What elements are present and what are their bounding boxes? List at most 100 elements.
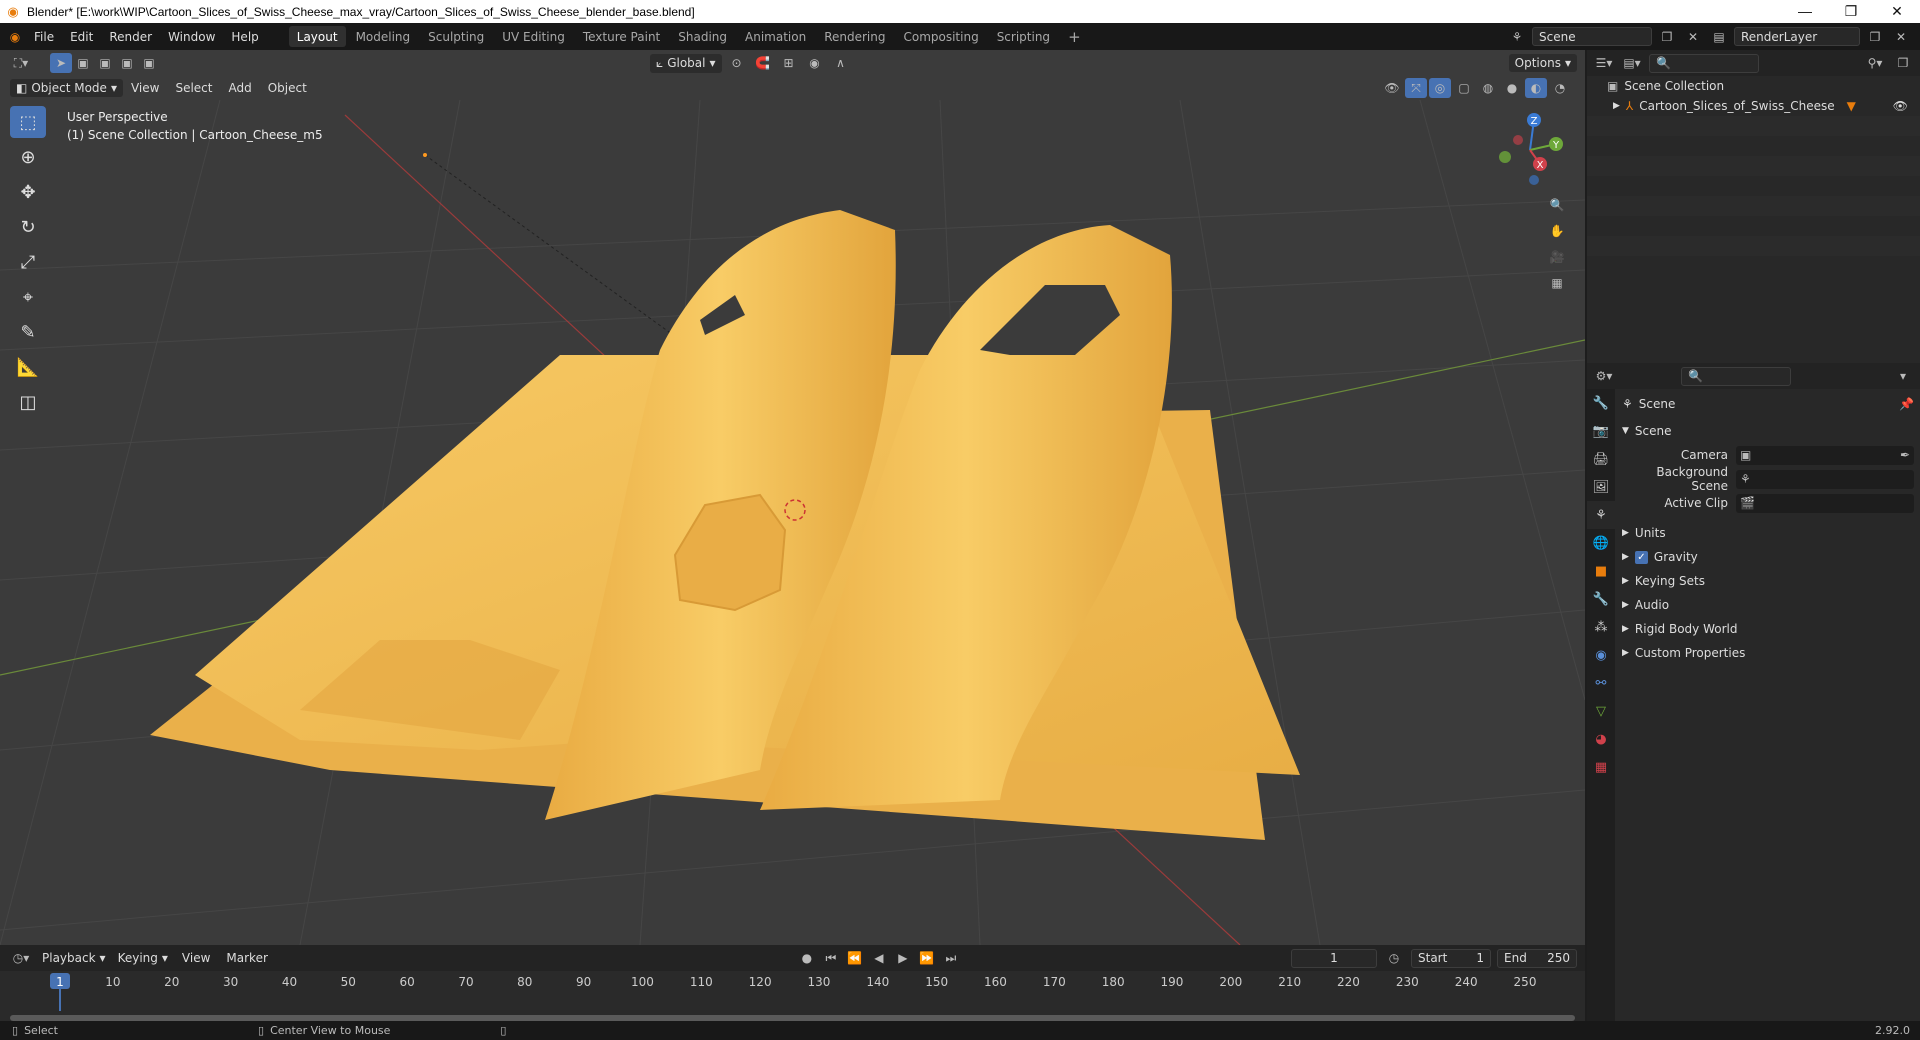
transform-tool-icon[interactable]: ⌖ [10, 281, 46, 313]
tab-animation[interactable]: Animation [737, 26, 814, 47]
tab-shading[interactable]: Shading [670, 26, 735, 47]
tab-layout[interactable]: Layout [288, 26, 346, 47]
background-scene-field[interactable]: ⚘ [1736, 469, 1914, 489]
overlay-toggle-icon[interactable]: ◎ [1429, 78, 1451, 98]
output-tab-icon[interactable]: 🖨 [1587, 445, 1615, 473]
physics-tab-icon[interactable]: ◉ [1587, 641, 1615, 669]
snap-icon[interactable]: 🧲 [752, 53, 774, 73]
playback-menu[interactable]: Playback ▾ [36, 949, 112, 967]
rigid-body-world-panel[interactable]: ▶ Rigid Body World [1618, 617, 1920, 641]
move-tool-icon[interactable]: ✥ [10, 176, 46, 208]
render-tab-icon[interactable]: 📷 [1587, 417, 1615, 445]
3d-viewport[interactable]: ⛶▾ ➤ ▣ ▣ ▣ ▣ ⟀ Global ▾ ⊙ 🧲 ⊞ ◉ ∧ Options ▾… [0, 50, 1585, 945]
transform-orientation-dropdown[interactable]: ⟀ Global ▾ [650, 53, 722, 73]
cursor-tool-icon[interactable]: ⊕ [10, 141, 46, 173]
jump-keyframe-forward-icon[interactable]: ⏩ [916, 948, 938, 968]
display-mode-icon[interactable]: ▤▾ [1621, 53, 1643, 73]
camera-field[interactable]: ▣ ✒ [1736, 445, 1914, 465]
new-collection-icon[interactable]: ❐ [1892, 53, 1914, 73]
maximize-button[interactable]: ❐ [1828, 3, 1874, 20]
menu-window[interactable]: Window [160, 23, 223, 50]
outliner-editor-icon[interactable]: ☰▾ [1593, 53, 1615, 73]
annotate-tool-icon[interactable]: ✎ [10, 316, 46, 348]
add-workspace-button[interactable]: + [1060, 26, 1089, 47]
snap-target-icon[interactable]: ⊞ [778, 53, 800, 73]
constraints-tab-icon[interactable]: ⚯ [1587, 669, 1615, 697]
select-intersect-icon[interactable]: ▣ [138, 53, 160, 73]
outliner-search-input[interactable]: 🔍 [1649, 53, 1759, 73]
falloff-icon[interactable]: ∧ [830, 53, 852, 73]
camera-view-icon[interactable]: 🎥 [1546, 247, 1568, 267]
pivot-point-icon[interactable]: ⊙ [726, 53, 748, 73]
units-panel[interactable]: ▶ Units [1618, 521, 1920, 545]
properties-options-icon[interactable]: ▾ [1892, 366, 1914, 386]
delete-renderlayer-icon[interactable]: ✕ [1890, 27, 1912, 47]
active-clip-field[interactable]: 🎬 [1736, 493, 1914, 513]
world-tab-icon[interactable]: 🌐 [1587, 529, 1615, 557]
menu-help[interactable]: Help [223, 23, 266, 50]
minimize-button[interactable]: — [1782, 3, 1828, 20]
measure-tool-icon[interactable]: 📐 [10, 351, 46, 383]
eyedropper-icon[interactable]: ✒ [1900, 448, 1910, 462]
timeline-view-menu[interactable]: View [174, 945, 218, 971]
blender-menu-icon[interactable]: ◉ [4, 27, 26, 47]
current-frame-field[interactable]: 1 [1291, 948, 1377, 968]
delete-scene-icon[interactable]: ✕ [1682, 27, 1704, 47]
tab-texture-paint[interactable]: Texture Paint [575, 26, 668, 47]
modifier-tab-icon[interactable]: 🔧 [1587, 585, 1615, 613]
outliner-item[interactable]: ▶ ⅄ Cartoon_Slices_of_Swiss_Cheese ▼ 👁 [1587, 96, 1920, 116]
start-frame-field[interactable]: Start 1 [1411, 948, 1491, 968]
expand-arrow-icon[interactable]: ▶ [1613, 101, 1620, 111]
audio-panel[interactable]: ▶ Audio [1618, 593, 1920, 617]
zoom-icon[interactable]: 🔍 [1546, 195, 1568, 215]
select-extend-icon[interactable]: ▣ [94, 53, 116, 73]
add-cube-tool-icon[interactable]: ◫ [10, 386, 46, 418]
properties-search-input[interactable]: 🔍 [1681, 366, 1791, 386]
viewport-menu-select[interactable]: Select [167, 76, 220, 100]
timeline-editor-icon[interactable]: ◷▾ [6, 948, 36, 968]
custom-properties-panel[interactable]: ▶ Custom Properties [1618, 641, 1920, 665]
ortho-grid-icon[interactable]: ▦ [1546, 273, 1568, 293]
wireframe-shading-icon[interactable]: ◍ [1477, 78, 1499, 98]
eye-visibility-icon[interactable]: 👁 [1893, 99, 1908, 113]
pin-icon[interactable]: 📌 [1899, 397, 1914, 411]
keying-sets-panel[interactable]: ▶ Keying Sets [1618, 569, 1920, 593]
tab-scripting[interactable]: Scripting [989, 26, 1058, 47]
play-reverse-icon[interactable]: ◀ [868, 948, 890, 968]
tab-modeling[interactable]: Modeling [348, 26, 419, 47]
jump-start-icon[interactable]: ⏮ [820, 948, 842, 968]
material-shading-icon[interactable]: ◐ [1525, 78, 1547, 98]
texture-tab-icon[interactable]: ▦ [1587, 753, 1615, 781]
scene-section-header[interactable]: ▼ Scene [1618, 419, 1920, 443]
new-renderlayer-icon[interactable]: ❐ [1864, 27, 1886, 47]
particles-tab-icon[interactable]: ⁂ [1587, 613, 1615, 641]
options-dropdown[interactable]: Options ▾ [1508, 54, 1577, 72]
close-button[interactable]: ✕ [1874, 3, 1920, 20]
tab-uv-editing[interactable]: UV Editing [494, 26, 573, 47]
mode-dropdown[interactable]: ◧ Object Mode ▾ [10, 79, 123, 97]
material-tab-icon[interactable]: ◕ [1587, 725, 1615, 753]
tab-compositing[interactable]: Compositing [895, 26, 986, 47]
rotate-tool-icon[interactable]: ↻ [10, 211, 46, 243]
marker-menu[interactable]: Marker [218, 945, 275, 971]
end-frame-field[interactable]: End 250 [1497, 948, 1577, 968]
tab-rendering[interactable]: Rendering [816, 26, 893, 47]
object-tab-icon[interactable]: ■ [1587, 557, 1615, 585]
viewport-menu-view[interactable]: View [123, 76, 167, 100]
tab-sculpting[interactable]: Sculpting [420, 26, 492, 47]
scale-tool-icon[interactable]: ⤢ [10, 246, 46, 278]
record-icon[interactable]: ● [796, 948, 818, 968]
new-scene-icon[interactable]: ❐ [1656, 27, 1678, 47]
jump-keyframe-back-icon[interactable]: ⏪ [844, 948, 866, 968]
filter-icon[interactable]: ⚲▾ [1864, 53, 1886, 73]
scene-selector[interactable]: Scene [1532, 27, 1652, 46]
xray-icon[interactable]: ▢ [1453, 78, 1475, 98]
view-layer-tab-icon[interactable]: 🖼 [1587, 473, 1615, 501]
select-new-icon[interactable]: ▣ [72, 53, 94, 73]
data-tab-icon[interactable]: ▽ [1587, 697, 1615, 725]
proportional-edit-icon[interactable]: ◉ [804, 53, 826, 73]
play-icon[interactable]: ▶ [892, 948, 914, 968]
outliner-root[interactable]: ▣ Scene Collection [1587, 76, 1920, 96]
navigation-gizmo[interactable]: Z Y X [1490, 110, 1570, 185]
viewport-menu-add[interactable]: Add [220, 76, 259, 100]
